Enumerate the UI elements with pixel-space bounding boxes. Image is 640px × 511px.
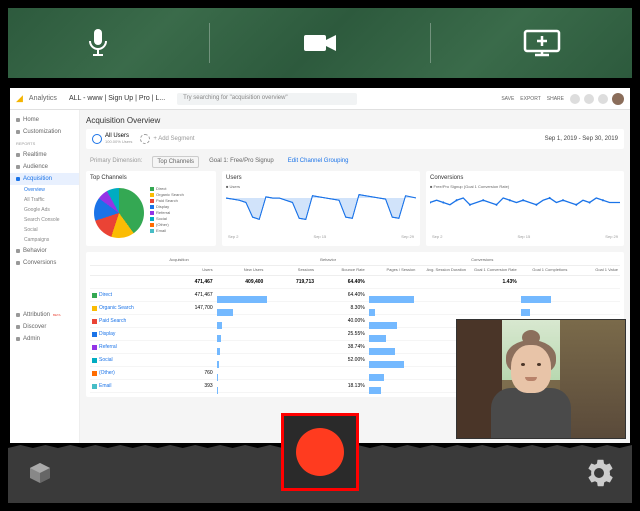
gear-icon	[584, 458, 614, 488]
settings-button[interactable]	[584, 458, 614, 493]
tab-edit-grouping[interactable]: Edit Channel Grouping	[284, 156, 353, 168]
webcam-overlay[interactable]	[456, 319, 626, 439]
page-actions: SAVE EXPORT SHARE	[501, 96, 564, 102]
users-line-chart	[226, 189, 416, 234]
mic-button[interactable]	[28, 18, 168, 68]
recorder-topbar	[8, 8, 632, 78]
sidebar-item-customization[interactable]: Customization	[10, 126, 79, 138]
ga-sidebar: Home Customization REPORTS Realtime Audi…	[10, 110, 80, 443]
sidebar-sub-searchconsole[interactable]: Search Console	[10, 215, 79, 225]
primary-dim-label: Primary Dimension:	[86, 156, 146, 168]
ga-logo-icon: ◢	[16, 93, 23, 104]
sidebar-item-behavior[interactable]: Behavior	[10, 245, 79, 257]
sidebar-item-acquisition[interactable]: Acquisition	[10, 173, 79, 185]
tab-top-channels[interactable]: Top Channels	[152, 156, 199, 168]
sidebar-item-home[interactable]: Home	[10, 114, 79, 126]
dimension-tabs: Primary Dimension: Top Channels Goal 1: …	[86, 153, 624, 171]
help-icon[interactable]	[584, 94, 594, 104]
save-button[interactable]: SAVE	[501, 96, 514, 102]
sidebar-header: REPORTS	[10, 138, 79, 149]
webcam-feed	[457, 320, 625, 438]
property-selector[interactable]: ALL - www | Sign Up | Pro | L...	[63, 93, 171, 104]
segment-all-users[interactable]: All Users100.00% Users	[92, 133, 132, 145]
sidebar-item-discover[interactable]: Discover	[10, 321, 79, 333]
apps-icon[interactable]	[598, 94, 608, 104]
sidebar-item-conversions[interactable]: Conversions	[10, 257, 79, 269]
table-row[interactable]: Direct 471,467 64.40%	[90, 289, 620, 302]
export-button[interactable]: EXPORT	[520, 96, 540, 102]
table-group-header: Acquisition Behavior Conversions	[90, 256, 620, 266]
sidebar-item-realtime[interactable]: Realtime	[10, 149, 79, 161]
card-users: Users ■ Users Sep 2Sep 15Sep 29	[222, 171, 420, 246]
card-conversions: Conversions ■ Free/Pro Signup (Goal 1 Co…	[426, 171, 624, 246]
ga-brand: Analytics	[29, 95, 57, 102]
share-button[interactable]: SHARE	[547, 96, 564, 102]
tab-goal[interactable]: Goal 1: Free/Pro Signup	[205, 156, 278, 168]
page-title: Acquisition Overview	[86, 116, 624, 125]
sidebar-sub-googleads[interactable]: Google Ads	[10, 205, 79, 215]
ga-header: ◢ Analytics ALL - www | Sign Up | Pro | …	[10, 88, 630, 110]
table-totals: 471,467 409,400 719,713 64.40% 1.43%	[90, 276, 620, 289]
divider	[430, 23, 431, 63]
sidebar-sub-overview[interactable]: Overview	[10, 185, 79, 195]
add-screen-icon	[522, 28, 562, 58]
microphone-icon	[85, 27, 111, 59]
sidebar-item-attribution[interactable]: AttributionBETA	[10, 309, 79, 321]
app-logo-icon[interactable]	[26, 459, 54, 492]
record-icon	[296, 428, 344, 476]
card-title: Conversions	[430, 175, 620, 181]
date-range[interactable]: Sep 1, 2019 - Sep 30, 2019	[545, 136, 618, 142]
divider	[209, 23, 210, 63]
sidebar-sub-campaigns[interactable]: Campaigns	[10, 235, 79, 245]
sidebar-item-admin[interactable]: Admin	[10, 333, 79, 345]
table-row[interactable]: Organic Search 147,700 8.30%	[90, 302, 620, 315]
header-icons	[570, 93, 624, 105]
search-input[interactable]: Try searching for "acquisition overview"	[177, 93, 357, 105]
segment-add[interactable]: + Add Segment	[140, 134, 194, 144]
add-screen-button[interactable]	[472, 18, 612, 68]
captured-screen: ◢ Analytics ALL - www | Sign Up | Pro | …	[10, 88, 630, 443]
card-top-channels: Top Channels Direct Organic Search Paid …	[86, 171, 216, 246]
pie-legend: Direct Organic Search Paid Search Displa…	[148, 184, 186, 242]
avatar[interactable]	[612, 93, 624, 105]
conversions-line-chart	[430, 189, 620, 234]
notifications-icon[interactable]	[570, 94, 580, 104]
sidebar-item-audience[interactable]: Audience	[10, 161, 79, 173]
sidebar-sub-social[interactable]: Social	[10, 225, 79, 235]
camera-button[interactable]	[250, 18, 390, 68]
card-title: Users	[226, 175, 416, 181]
camera-icon	[302, 31, 338, 55]
record-button[interactable]	[281, 413, 359, 491]
table-header: Users New Users Sessions Bounce Rate Pag…	[90, 266, 620, 276]
card-title: Top Channels	[90, 175, 212, 181]
pie-chart	[94, 188, 144, 238]
sidebar-sub-alltraffic[interactable]: All Traffic	[10, 195, 79, 205]
segment-row: All Users100.00% Users + Add Segment Sep…	[86, 129, 624, 149]
